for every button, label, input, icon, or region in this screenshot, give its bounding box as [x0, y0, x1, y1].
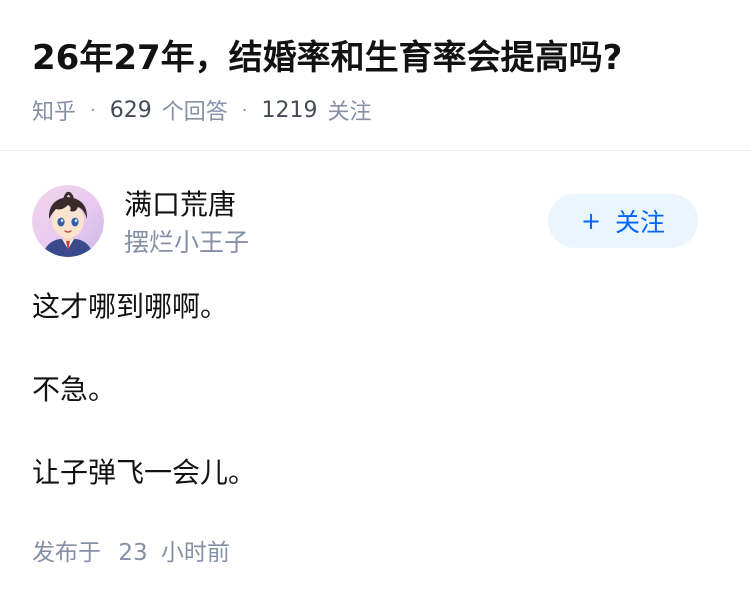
answer-paragraph: 不急。 [32, 373, 117, 406]
follower-count: 1219 [261, 97, 318, 123]
question-meta: 知乎 · 629 个回答 · 1219 关注 [32, 94, 372, 126]
author-name[interactable]: 满口荒唐 [124, 186, 236, 224]
published-time-unit: 小时前 [160, 540, 230, 566]
answer-count: 629 [109, 97, 152, 123]
follow-button[interactable]: + 关注 [548, 194, 698, 248]
follow-button-label: 关注 [615, 208, 666, 237]
answer-content: 这才哪到哪啊。 不急。 让子弹飞一会儿。 [32, 286, 718, 494]
author-bio: 摆烂小王子 [124, 228, 250, 257]
meta-separator: · [241, 99, 248, 121]
published-time-value: 23 [118, 540, 148, 566]
answer-paragraph: 这才哪到哪啊。 [32, 290, 229, 323]
answer-paragraph: 让子弹飞一会儿。 [32, 456, 257, 489]
answer-publish-time: 发布于 23 小时前 [32, 536, 230, 570]
answer-card: 满口荒唐 摆烂小王子 + 关注 这才哪到哪啊。 不急。 让子弹飞一会儿。 发布于… [0, 152, 750, 606]
anime-boy-avatar-icon [32, 185, 104, 257]
plus-icon: + [580, 207, 602, 235]
meta-separator: · [90, 99, 96, 121]
answer-count-label: 个回答 [161, 100, 228, 125]
author-avatar[interactable] [32, 185, 104, 257]
question-title[interactable]: 26年27年，结婚率和生育率会提高吗? [32, 34, 622, 82]
published-label: 发布于 [32, 540, 101, 566]
question-header: 26年27年，结婚率和生育率会提高吗? 知乎 · 629 个回答 · 1219 … [0, 0, 750, 151]
source-label[interactable]: 知乎 [32, 94, 76, 126]
follower-count-label: 关注 [327, 100, 372, 125]
